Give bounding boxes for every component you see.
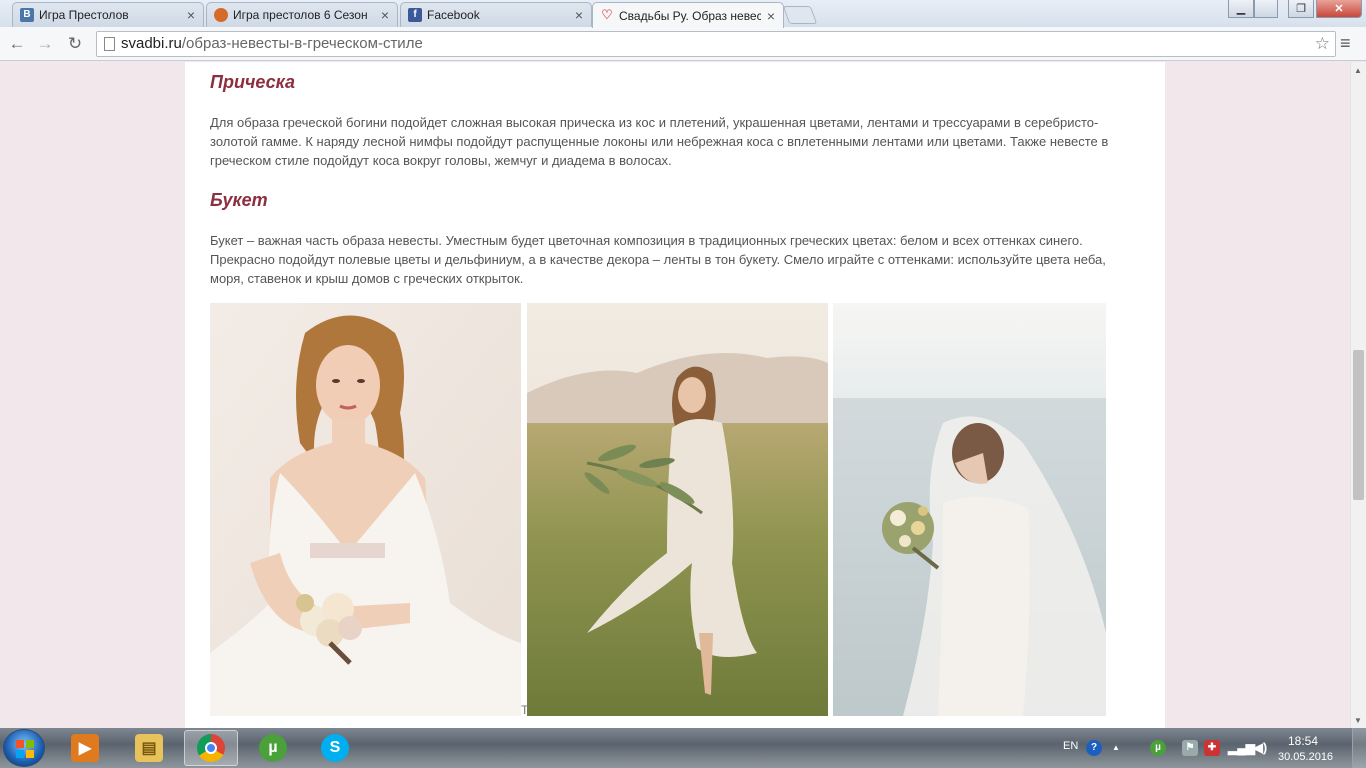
folder-icon: ▤ [135,734,163,762]
chrome-menu-icon[interactable]: ≡ [1340,33,1351,54]
scroll-up-arrow-icon[interactable]: ▲ [1354,66,1362,75]
heading-bouquet: Букет [210,190,268,210]
photo-bride-field [527,303,828,716]
antivirus-icon[interactable]: ✚ [1204,740,1220,756]
reload-button[interactable]: ↻ [64,33,86,55]
paragraph-hairstyle: Для образа греческой богини подойдет сло… [210,115,1109,168]
maximize-button[interactable]: ❐ [1288,0,1314,18]
scroll-thumb[interactable] [1353,350,1364,500]
tab-game-of-thrones[interactable]: Игра престолов 6 Сезон × [206,2,398,27]
clock-date[interactable]: 30.05.2016 [1278,751,1333,763]
start-button[interactable] [3,729,45,767]
bookmark-star-icon[interactable]: ☆ [1315,32,1330,56]
forward-button[interactable]: → [34,33,56,55]
address-bar[interactable]: svadbi.ru/образ-невесты-в-греческом-стил… [96,31,1336,57]
media-player-icon: ▶ [71,734,99,762]
url-path: /образ-невесты-в-греческом-стиле [181,35,423,52]
tab-title: Игра Престолов [39,8,129,22]
tab-close-icon[interactable]: × [187,7,195,23]
paragraph-bouquet: Букет – важная часть образа невесты. Уме… [210,233,1106,286]
heart-icon: ♡ [601,7,613,22]
vk-icon: В [20,8,34,22]
show-desktop-button[interactable] [1352,728,1366,768]
clock-time[interactable]: 18:54 [1288,734,1318,748]
minimize-button[interactable]: ▁ [1228,0,1254,18]
signal-icon[interactable]: ▂▄▆ [1228,740,1255,756]
network-flag-icon[interactable]: ⚑ [1182,740,1198,756]
new-tab-button[interactable] [782,6,818,24]
tab-title: Игра престолов 6 Сезон [233,8,368,22]
site-icon [214,8,228,22]
chrome-icon [197,734,225,762]
windows-taskbar: ▶ ▤ µ S EN ? ▲ µ ⚑ ✚ ▂▄▆ ◀) 18:54 30.05.… [0,728,1366,768]
show-hidden-icons-icon[interactable]: ▲ [1108,740,1124,756]
system-tray: EN ? ▲ µ ⚑ ✚ ▂▄▆ ◀) 18:54 30.05.2016 [1056,728,1366,768]
tab-svadbi[interactable]: ♡ Свадьбы Ру. Образ невес × [592,2,784,28]
taskbar-file-explorer[interactable]: ▤ [122,730,176,766]
tab-close-icon[interactable]: × [575,7,583,23]
tab-title: Facebook [427,8,480,22]
tab-title: Свадьбы Ру. Образ невес [619,8,761,23]
browser-titlebar: В Игра Престолов × Игра престолов 6 Сезо… [0,0,1366,28]
browser-toolbar: ← → ↻ svadbi.ru/образ-невесты-в-греческо… [0,27,1366,61]
taskbar-utorrent[interactable]: µ [246,730,300,766]
taskbar-chrome[interactable] [184,730,238,766]
scroll-down-arrow-icon[interactable]: ▼ [1354,716,1362,725]
taskbar-skype[interactable]: S [308,730,362,766]
page-scrollbar[interactable]: ▲ ▼ [1350,62,1366,728]
windows-logo-icon [16,740,34,758]
restore-icon-spacer [1254,0,1278,18]
page-viewport: Прическа Для образа греческой богини под… [0,62,1350,728]
back-button[interactable]: ← [6,33,28,55]
taskbar-media-player[interactable]: ▶ [58,730,112,766]
skype-icon: S [321,734,349,762]
tab-facebook[interactable]: f Facebook × [400,2,592,27]
tab-close-icon[interactable]: × [381,7,389,23]
article-content: Прическа Для образа греческой богини под… [185,62,1165,728]
tab-close-icon[interactable]: × [767,8,775,24]
tab-vk[interactable]: В Игра Престолов × [12,2,204,27]
language-indicator[interactable]: EN [1063,740,1078,752]
image-caption-fragment: Т [521,703,529,717]
utorrent-icon: µ [259,734,287,762]
utorrent-tray-icon[interactable]: µ [1150,740,1166,756]
facebook-icon: f [408,8,422,22]
heading-hairstyle: Прическа [210,72,296,92]
volume-icon[interactable]: ◀) [1252,740,1268,756]
photo-bride-veil-sea [833,303,1106,716]
photo-bride-seated [210,303,521,716]
url-domain: svadbi.ru [121,35,182,52]
help-icon[interactable]: ? [1086,740,1102,756]
page-icon [104,37,115,51]
close-window-button[interactable]: ✕ [1316,0,1362,18]
